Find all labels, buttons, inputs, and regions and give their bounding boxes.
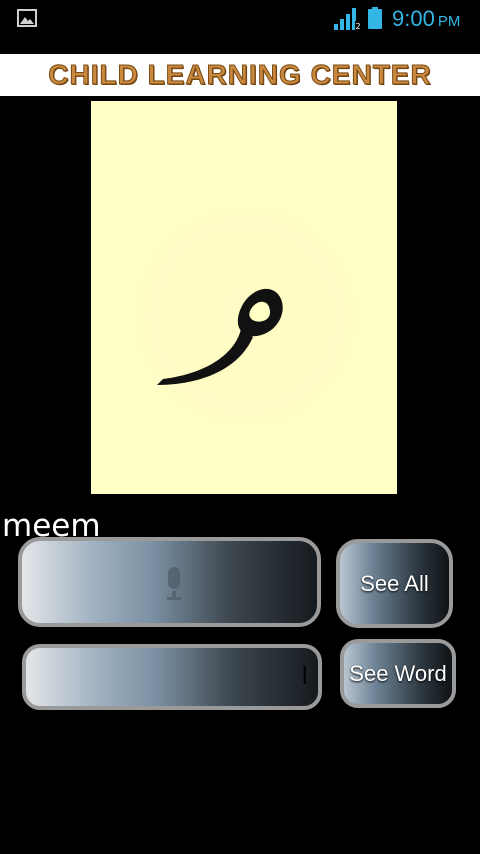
- answer-field[interactable]: ا: [22, 644, 322, 710]
- clock-time: 9:00: [392, 6, 435, 31]
- svg-text:2: 2: [356, 22, 361, 31]
- see-word-button[interactable]: See Word: [340, 639, 456, 708]
- microphone-icon[interactable]: [163, 567, 185, 601]
- app-title: CHILD LEARNING CENTER: [48, 59, 432, 91]
- letter-card[interactable]: [91, 101, 397, 494]
- battery-icon: [368, 7, 382, 29]
- see-all-button[interactable]: See All: [336, 539, 453, 628]
- arabic-letter-image: [157, 288, 283, 385]
- clock-ampm: PM: [437, 13, 461, 30]
- voice-input-panel[interactable]: [18, 537, 321, 627]
- clock: 9:00 PM: [392, 6, 460, 35]
- app-banner: CHILD LEARNING CENTER: [0, 54, 480, 96]
- answer-value: ا: [301, 662, 308, 690]
- gallery-icon: [17, 9, 37, 27]
- signal-icon: 2: [334, 8, 361, 31]
- status-bar: 2 9:00 PM: [0, 0, 480, 38]
